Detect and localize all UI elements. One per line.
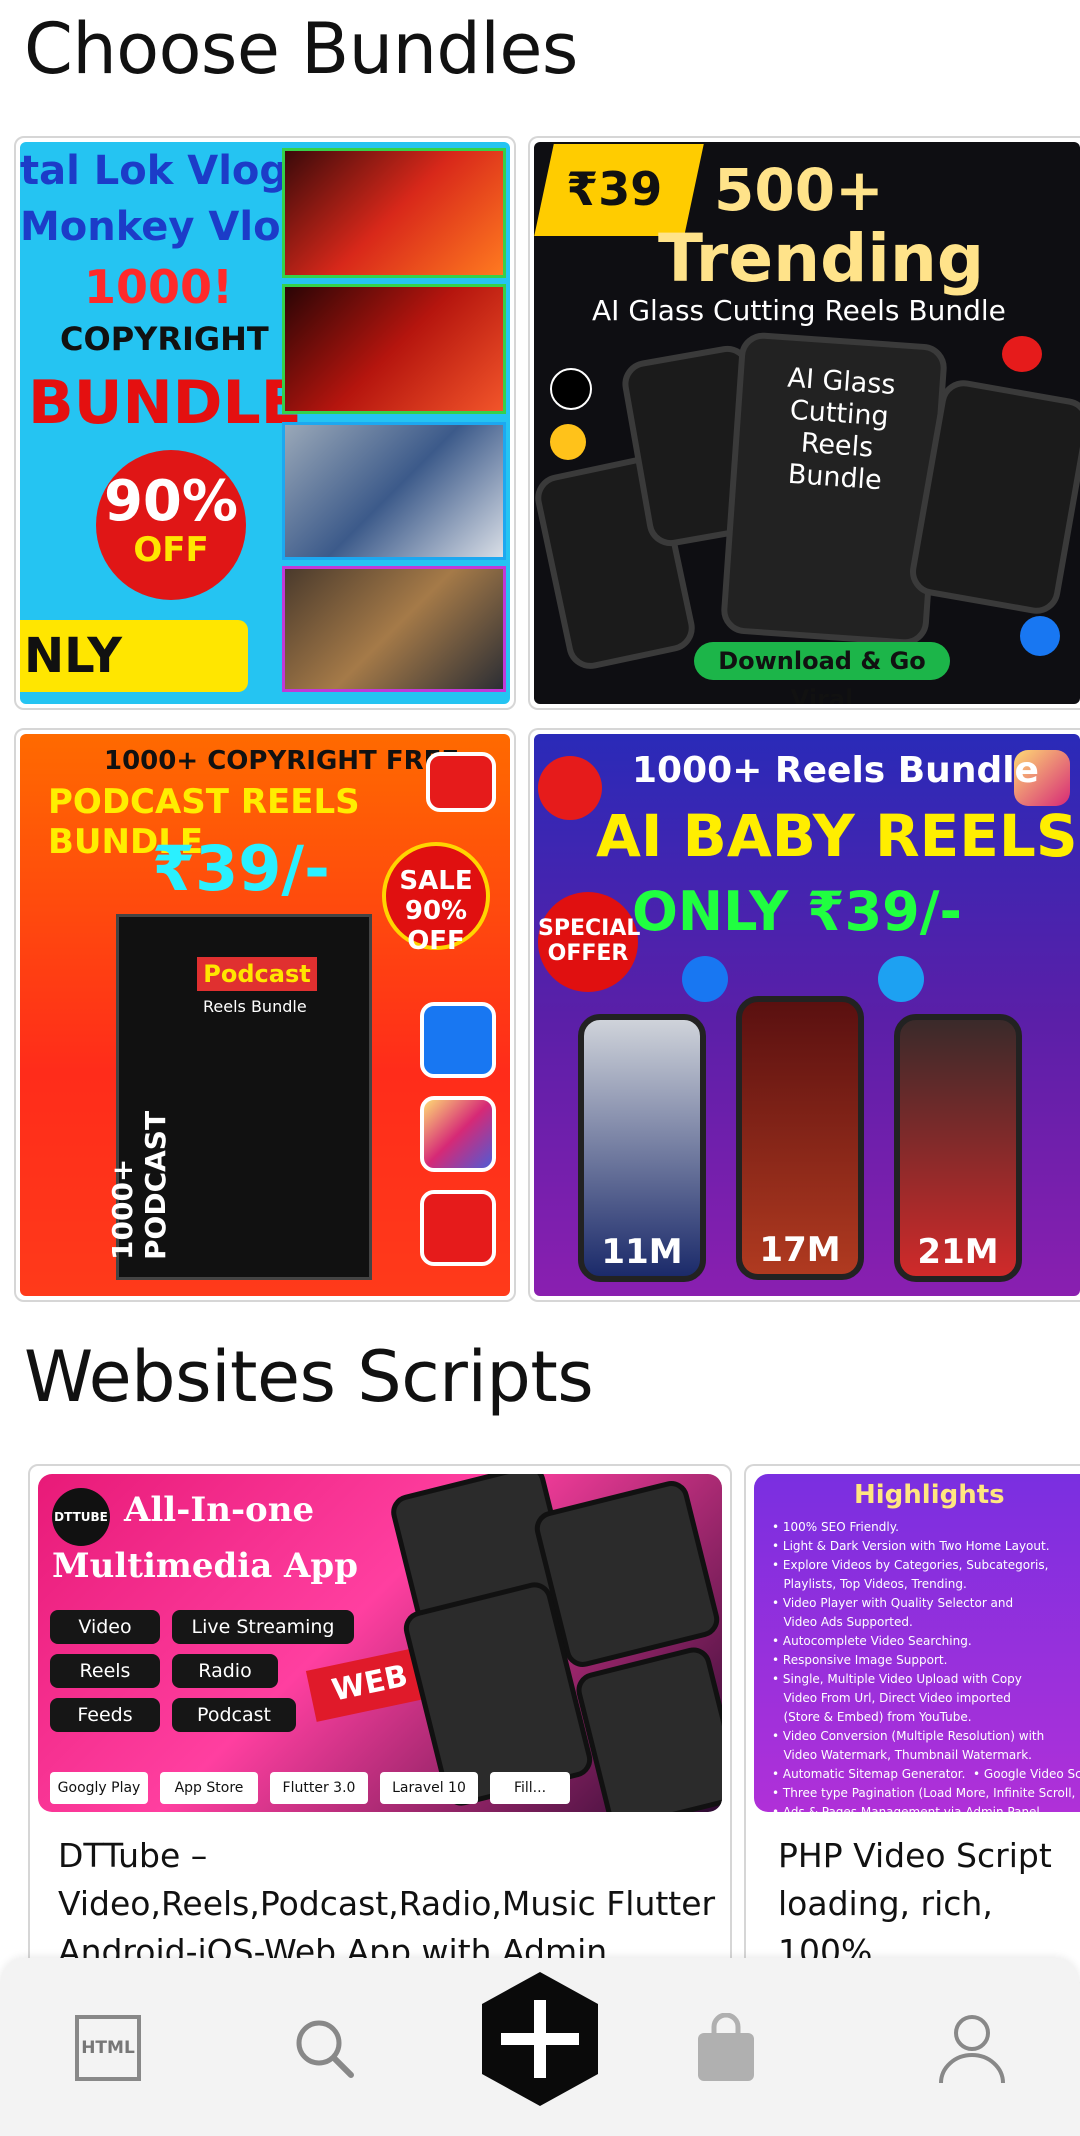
section-title-bundles: Choose Bundles — [24, 8, 578, 90]
price-tag: NLY ₹49/- — [20, 620, 248, 704]
preview-image — [282, 284, 506, 414]
view-count: 17M — [759, 1230, 841, 1270]
thumb-text: AI BABY REELS — [596, 802, 1078, 870]
box-side: 1000+ PODCAST — [106, 1110, 172, 1260]
thumb-headline: 500+ — [714, 156, 884, 224]
facebook-icon — [1020, 616, 1060, 656]
highlights-title: Highlights — [854, 1480, 1005, 1510]
feature-chip: Live Streaming — [172, 1610, 354, 1644]
script-card-php-video[interactable]: Highlights • 100% SEO Friendly. • Light … — [744, 1464, 1080, 1984]
feature-chip: Radio — [172, 1654, 278, 1688]
youtube-icon — [538, 756, 602, 820]
script-thumbnail: Highlights • 100% SEO Friendly. • Light … — [754, 1474, 1080, 1812]
nav-search[interactable] — [274, 1998, 374, 2098]
thumb-headline: Trending — [658, 220, 985, 297]
thumb-text: ONLY ₹39/- — [632, 880, 962, 943]
dttube-logo: DTTUBE — [52, 1488, 110, 1546]
store-badge: Laravel 10 — [380, 1772, 478, 1804]
price-text: ₹39 — [566, 162, 663, 216]
instagram-icon — [420, 1096, 496, 1172]
script-title: DTTube – Video,Reels,Podcast,Radio,Music… — [58, 1836, 716, 1971]
bundle-thumbnail: 1000+ COPYRIGHT FREE PODCAST REELS BUNDL… — [20, 734, 510, 1296]
box-label: Podcast — [197, 957, 317, 991]
box-sub: Reels Bundle — [203, 997, 307, 1016]
product-box: Podcast Reels Bundle 1000+ PODCAST — [106, 914, 372, 1280]
preview-image — [282, 566, 506, 692]
tiktok-icon — [550, 368, 592, 410]
store-badge: Flutter 3.0 — [270, 1772, 368, 1804]
cta-banner: Download & Go Viral — [694, 642, 950, 704]
feature-chip: Reels — [50, 1654, 160, 1688]
facebook-icon — [682, 956, 728, 1002]
feature-chip: Podcast — [172, 1698, 296, 1732]
thumb-title: All-In-one — [124, 1490, 315, 1530]
thumb-text: 1000+ COPYRIGHT FREE — [104, 746, 460, 776]
phone-mockup: 21M — [894, 1014, 1022, 1282]
thumb-subtitle: AI Glass Cutting Reels Bundle — [592, 294, 1006, 327]
bundle-thumbnail: 1000+ Reels Bundle AI BABY REELS ONLY ₹3… — [534, 734, 1080, 1296]
store-badge: App Store — [160, 1772, 258, 1804]
phone-mockup: 11M — [578, 1014, 706, 1282]
thumb-text: BUNDLE — [28, 368, 302, 438]
user-icon — [939, 2015, 1005, 2084]
phone-mockup: AI Glass Cutting Reels Bundle — [719, 331, 949, 647]
store-badge: Googly Play — [50, 1772, 148, 1804]
preview-image — [282, 422, 506, 560]
thumb-title: Multimedia App — [52, 1546, 358, 1586]
nav-profile[interactable] — [922, 1998, 1022, 2098]
bundle-card-podcast[interactable]: 1000+ COPYRIGHT FREE PODCAST REELS BUNDL… — [14, 728, 516, 1302]
feature-list: • 100% SEO Friendly. • Light & Dark Vers… — [772, 1520, 1080, 1812]
twitter-icon — [878, 956, 924, 1002]
youtube-icon — [426, 752, 496, 812]
discount-badge: 90% OFF — [96, 450, 246, 600]
facebook-icon — [420, 1002, 496, 1078]
thumb-text: 1000+ Reels Bundle — [632, 750, 1039, 791]
phone-mockup: 17M — [736, 996, 864, 1280]
emoji-icon — [550, 424, 586, 460]
bundle-thumbnail: tal Lok Vlogs Monkey Vlogs 1000! COPYRIG… — [20, 142, 510, 704]
search-icon — [296, 2020, 354, 2078]
store-badge: Fill... — [490, 1772, 570, 1804]
special-offer-badge: SPECIAL OFFER — [538, 892, 640, 992]
thumb-text: tal Lok Vlogs — [20, 148, 312, 194]
script-card-dttube[interactable]: DTTUBE All-In-one Multimedia App Video L… — [28, 1464, 732, 1984]
add-button[interactable] — [478, 1970, 602, 2110]
script-thumbnail: DTTUBE All-In-one Multimedia App Video L… — [38, 1474, 722, 1812]
shopping-bag-icon — [698, 2013, 754, 2081]
badge-percent: 90% — [103, 469, 239, 534]
phone-mockup — [572, 1643, 722, 1812]
nav-html[interactable]: HTML — [58, 1998, 158, 2098]
bundle-thumbnail: ₹39 500+ Trending AI Glass Cutting Reels… — [534, 142, 1080, 704]
feature-chip: Feeds — [50, 1698, 160, 1732]
html-icon: HTML — [75, 2015, 141, 2081]
view-count: 21M — [917, 1232, 999, 1272]
feature-chip: Video — [50, 1610, 160, 1644]
screen: Choose Bundles tal Lok Vlogs Monkey Vlog… — [0, 0, 1080, 2136]
phone-title: AI Glass Cutting Reels Bundle — [786, 362, 897, 497]
thumb-text: 1000! — [84, 260, 234, 314]
bundle-card-vlogs[interactable]: tal Lok Vlogs Monkey Vlogs 1000! COPYRIG… — [14, 136, 516, 710]
bundle-card-glass-cutting[interactable]: ₹39 500+ Trending AI Glass Cutting Reels… — [528, 136, 1080, 710]
add-icon — [482, 1972, 598, 2106]
nav-shop[interactable] — [676, 1998, 776, 2098]
view-count: 11M — [601, 1232, 683, 1272]
youtube-icon — [420, 1190, 496, 1266]
preview-image — [282, 148, 506, 278]
bundle-card-baby-reels[interactable]: 1000+ Reels Bundle AI BABY REELS ONLY ₹3… — [528, 728, 1080, 1302]
sale-badge: SALE 90% OFF — [382, 842, 490, 956]
youtube-icon — [1002, 336, 1042, 372]
badge-off: OFF — [133, 530, 209, 570]
section-title-scripts: Websites Scripts — [24, 1336, 594, 1418]
price-text: ₹39/- — [152, 832, 330, 905]
